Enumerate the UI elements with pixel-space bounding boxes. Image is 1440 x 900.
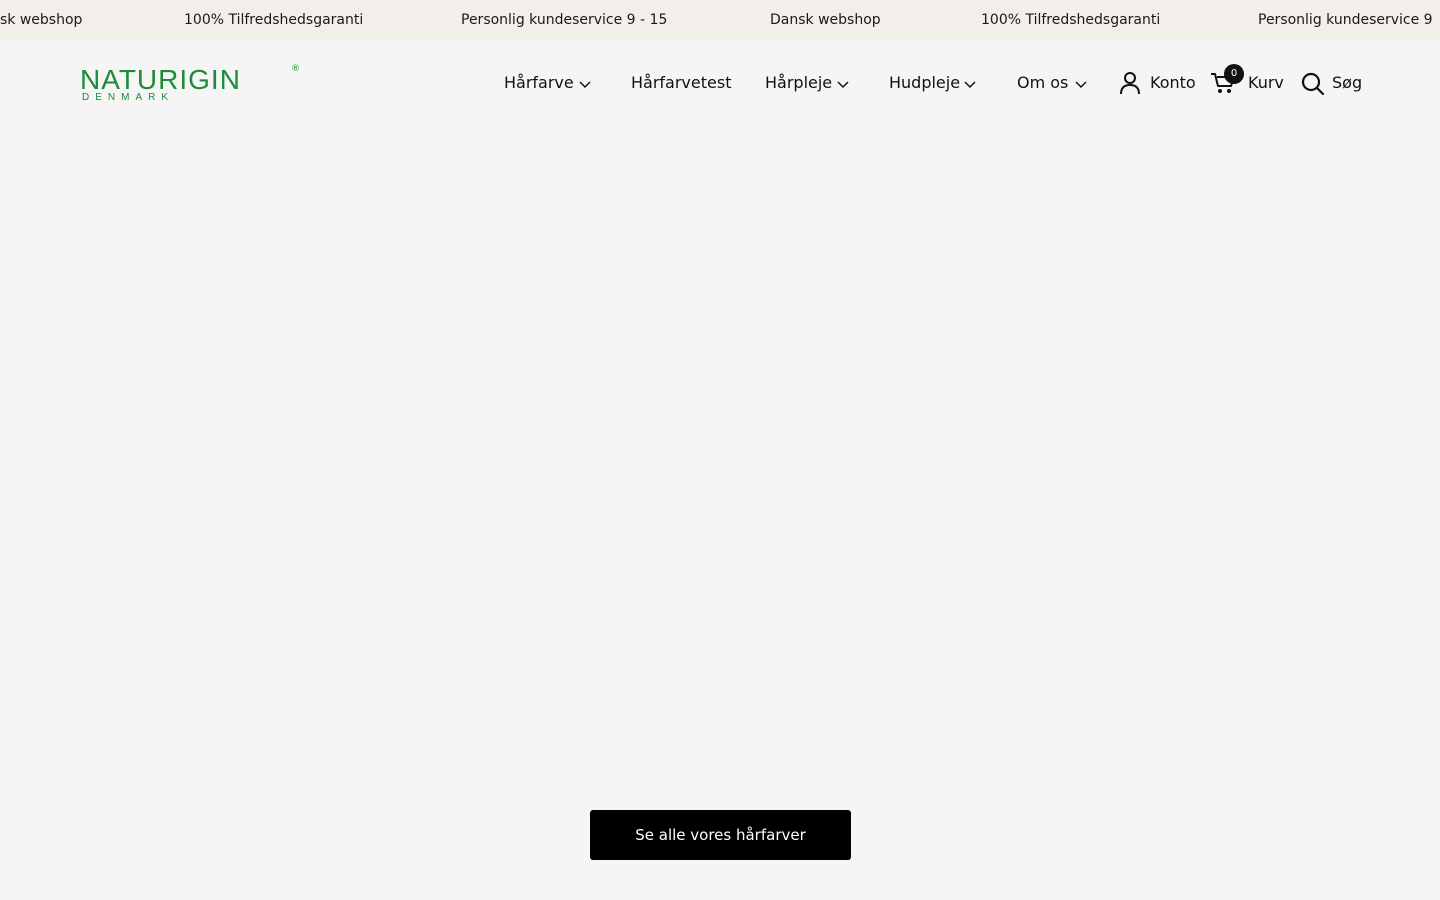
nav-item-label: Om os: [1017, 73, 1069, 92]
chevron-down-icon: [1075, 81, 1087, 89]
announcement-item: Dansk webshop: [770, 12, 881, 28]
announcement-item: Personlig kundeservice 9 - 15: [461, 12, 668, 28]
account-link[interactable]: Konto: [1119, 70, 1196, 96]
announcement-item: Personlig kundeservice 9: [1258, 12, 1433, 28]
announcement-item: 100% Tilfredshedsgaranti: [184, 12, 364, 28]
announcement-bar: sk webshop 100% Tilfredshedsgaranti Pers…: [0, 0, 1440, 40]
chevron-down-icon: [964, 81, 976, 89]
account-label: Konto: [1150, 73, 1196, 92]
nav-item-harfarve[interactable]: Hårfarve: [504, 72, 594, 94]
cart-label: Kurv: [1248, 73, 1284, 92]
nav-item-label: Hudpleje: [889, 73, 961, 92]
nav-item-label: Hårfarve: [504, 73, 574, 92]
site-header: NATURIGIN ® DENMARK Hårfarve Hårfarvetes…: [0, 40, 1440, 126]
brand-subtitle: DENMARK: [82, 92, 175, 103]
nav-item-harfarvetest[interactable]: Hårfarvetest: [631, 72, 731, 94]
cart-link[interactable]: Kurv: [1210, 70, 1284, 96]
chevron-down-icon: [579, 81, 591, 89]
user-icon: [1120, 72, 1140, 95]
brand-logo[interactable]: NATURIGIN ® DENMARK: [80, 64, 300, 104]
registered-mark: ®: [291, 64, 300, 74]
nav-item-om-os[interactable]: Om os: [1017, 72, 1091, 94]
search-label: Søg: [1332, 73, 1363, 92]
cart-count-badge: 0: [1224, 64, 1244, 84]
see-all-hair-colors-button[interactable]: Se alle vores hårfarver: [590, 810, 851, 860]
chevron-down-icon: [837, 81, 849, 89]
nav-item-label: Hårpleje: [765, 73, 833, 92]
search-link[interactable]: Søg: [1300, 70, 1362, 96]
announcement-item: 100% Tilfredshedsgaranti: [981, 12, 1161, 28]
announcement-item: sk webshop: [0, 12, 83, 28]
search-icon: [1301, 72, 1325, 95]
nav-item-harpleje[interactable]: Hårpleje: [765, 72, 851, 94]
nav-item-hudpleje[interactable]: Hudpleje: [889, 72, 979, 94]
nav-item-label: Hårfarvetest: [631, 73, 732, 92]
